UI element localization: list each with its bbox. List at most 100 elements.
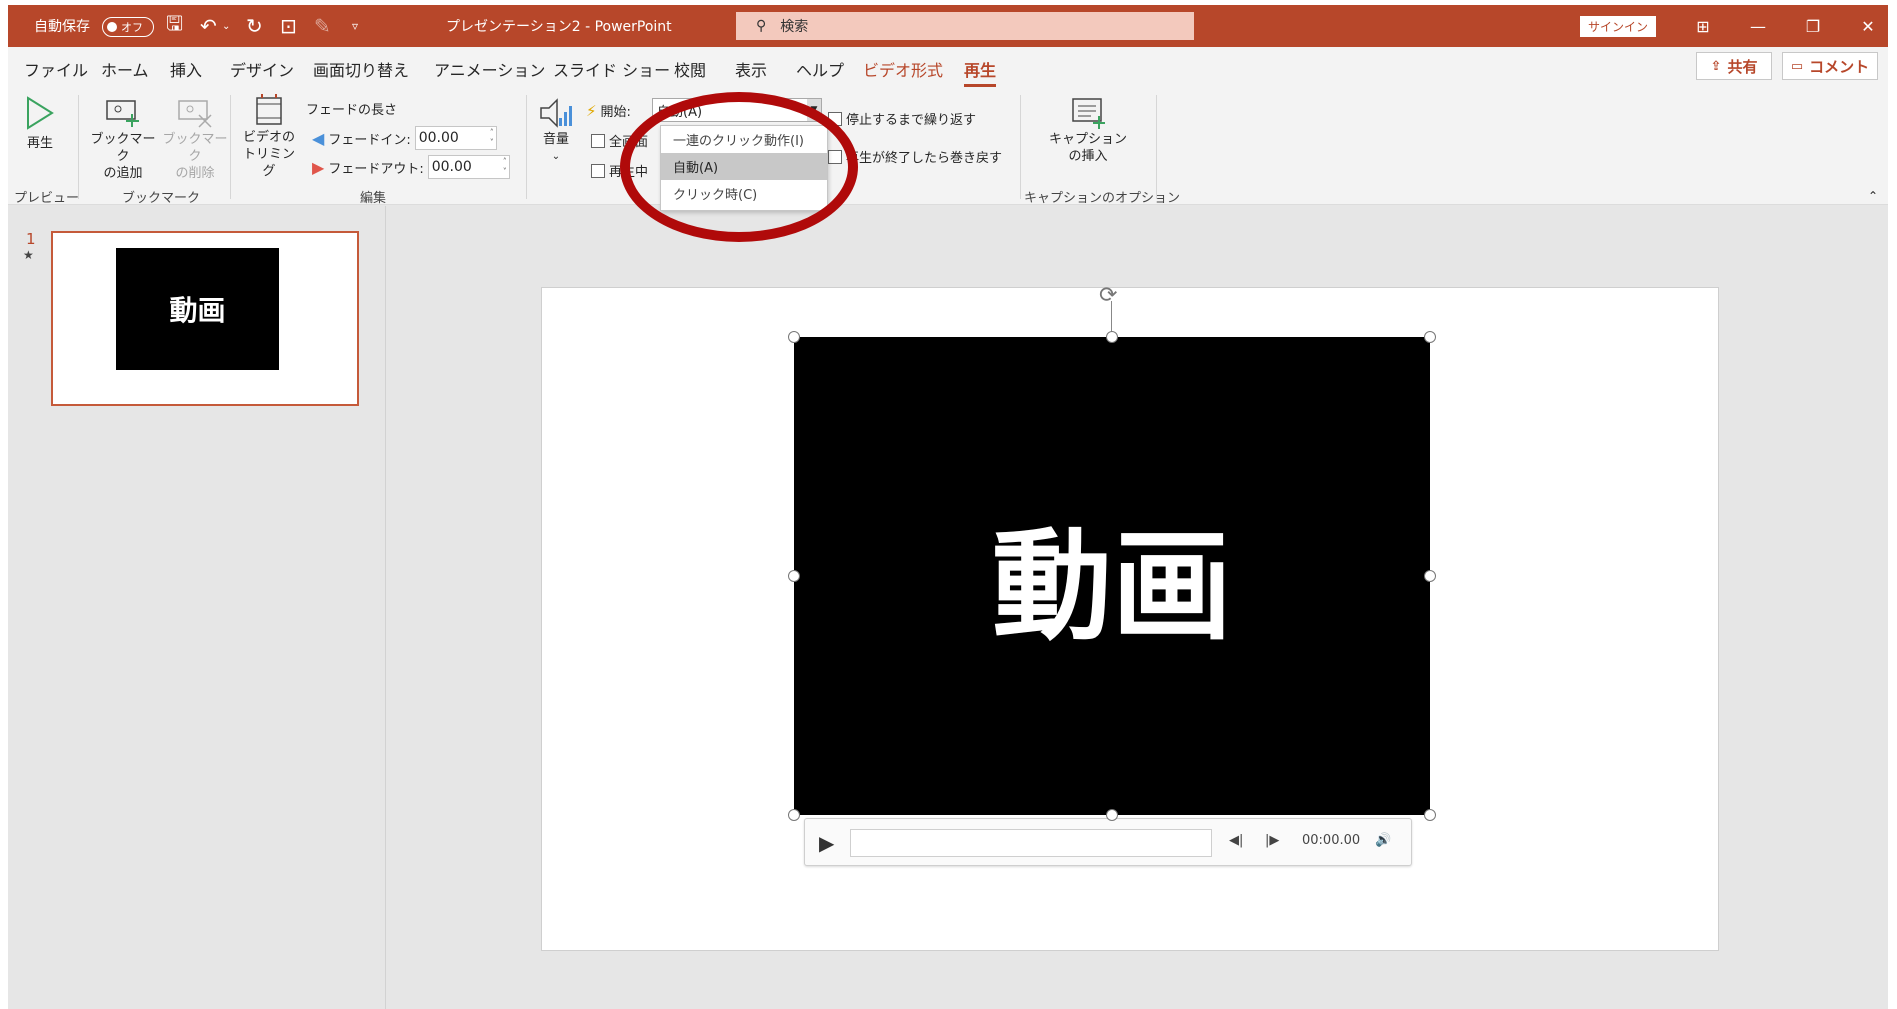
group-separator [230, 95, 231, 199]
transition-star-icon: ★ [23, 248, 34, 262]
trim-video-button[interactable]: ビデオの トリミング [238, 93, 300, 180]
autosave-state: オフ [121, 21, 143, 34]
loop-checkbox[interactable] [828, 111, 842, 126]
present-icon[interactable]: ⊡ [280, 5, 297, 47]
ribbon-display-icon[interactable]: ⊞ [1678, 5, 1728, 47]
fade-out-value: 00.00 [431, 159, 472, 175]
autosave-toggle[interactable]: オフ [102, 17, 154, 37]
search-box[interactable]: ⚲ 検索 [736, 12, 1194, 40]
add-bookmark-label-1: ブックマーク [90, 132, 156, 164]
tab-file[interactable]: ファイル [24, 57, 88, 81]
loop-label: 停止するまで繰り返す [846, 113, 977, 128]
signin-button[interactable]: サインイン [1580, 16, 1656, 37]
remove-bookmark-label-2: の削除 [175, 166, 215, 181]
share-label: 共有 [1727, 57, 1758, 76]
start-row: ⚡ 開始: [586, 101, 631, 121]
fullscreen-checkbox[interactable] [591, 133, 605, 148]
resize-handle[interactable] [1424, 809, 1436, 821]
dropdown-option-click-sequence[interactable]: 一連のクリック動作(I) [661, 126, 827, 153]
fade-in-spinner-icon[interactable]: ˄ ˅ [490, 128, 494, 148]
dropdown-option-automatic[interactable]: 自動(A) [661, 153, 827, 180]
save-icon[interactable]: 🖫 [166, 5, 183, 47]
redo-icon[interactable]: ↻ [246, 5, 263, 47]
document-title: プレゼンテーション2 - PowerPoint [446, 19, 672, 35]
tab-review[interactable]: 校閲 [674, 57, 706, 81]
rewind-checkbox[interactable] [828, 149, 842, 164]
play-icon [25, 95, 55, 131]
screenshot-frame: 自動保存 オフ 🖫 ↶ ⌄ ↻ ⊡ ✎ ▿ プレゼンテーション2 - Power… [0, 0, 1897, 1009]
undo-dropdown-icon[interactable]: ⌄ [222, 5, 230, 47]
volume-button[interactable]: 音量 ⌄ [536, 95, 576, 165]
format-painter-icon: ✎ [314, 14, 331, 38]
tab-video-format[interactable]: ビデオ形式 [863, 57, 943, 81]
powerpoint-window: 自動保存 オフ 🖫 ↶ ⌄ ↻ ⊡ ✎ ▿ プレゼンテーション2 - Power… [8, 5, 1888, 1009]
add-bookmark-label-2: の追加 [103, 166, 143, 181]
fade-out-label: フェードアウト: [328, 161, 424, 177]
resize-handle[interactable] [1106, 809, 1118, 821]
share-icon: ⇪ [1710, 58, 1722, 74]
resize-handle[interactable] [788, 570, 800, 582]
tab-animations[interactable]: アニメーション [434, 57, 545, 81]
minimize-icon[interactable]: — [1733, 5, 1783, 47]
seek-bar[interactable] [850, 829, 1212, 857]
volume-icon [539, 95, 573, 131]
hide-while-not-playing-option[interactable]: 再生中 [591, 161, 648, 180]
rotate-handle-icon[interactable]: ⟳ [1099, 283, 1117, 308]
undo-icon[interactable]: ↶ [200, 5, 217, 47]
resize-handle[interactable] [788, 331, 800, 343]
tab-insert[interactable]: 挿入 [170, 57, 202, 81]
tab-slideshow[interactable]: スライド ショー [553, 57, 670, 81]
tab-design[interactable]: デザイン [230, 57, 294, 81]
speaker-icon[interactable]: 🔊 [1375, 833, 1391, 848]
start-dropdown-list: 一連のクリック動作(I) 自動(A) クリック時(C) [660, 125, 828, 211]
customize-qat-icon[interactable]: ▿ [352, 5, 358, 47]
fade-out-input[interactable]: 00.00 ˄ ˅ [427, 155, 510, 179]
resize-handle[interactable] [1424, 570, 1436, 582]
remove-bookmark-button[interactable]: ブックマーク の削除 [160, 95, 230, 182]
fade-out-spinner-icon[interactable]: ˄ ˅ [503, 157, 507, 177]
restore-icon[interactable]: ❐ [1788, 5, 1838, 47]
tab-view[interactable]: 表示 [735, 57, 767, 81]
step-back-icon[interactable]: ◀| [1229, 833, 1243, 848]
video-object[interactable]: 動画 [794, 337, 1430, 815]
start-select[interactable]: 自動(A) ▼ [652, 98, 822, 122]
tab-transitions[interactable]: 画面切り替え [313, 57, 409, 81]
fullscreen-label: 全画面 [609, 135, 649, 150]
close-icon[interactable]: ✕ [1843, 5, 1893, 47]
group-label-preview: プレビュー [14, 191, 80, 206]
hide-checkbox[interactable] [591, 163, 605, 178]
play-label: 再生 [26, 136, 53, 151]
resize-handle[interactable] [1106, 331, 1118, 343]
start-value: 自動(A) [657, 104, 703, 120]
fade-in-input[interactable]: 00.00 ˄ ˅ [414, 126, 497, 150]
rewind-option[interactable]: 再生が終了したら巻き戻す [828, 147, 1002, 166]
resize-handle[interactable] [788, 809, 800, 821]
step-forward-icon[interactable]: |▶ [1265, 833, 1279, 848]
autosave-label: 自動保存 [34, 19, 90, 35]
share-button[interactable]: ⇪ 共有 [1696, 52, 1772, 80]
ribbon: 再生 プレビュー ブックマーク の追加 ブックマーク の削除 ブックマーク ビデ… [8, 89, 1888, 206]
dropdown-option-when-clicked[interactable]: クリック時(C) [661, 180, 827, 207]
insert-caption-button[interactable]: キャプション の挿入 [1038, 95, 1138, 165]
add-bookmark-button[interactable]: ブックマーク の追加 [88, 95, 158, 182]
group-separator [526, 95, 527, 199]
tab-home[interactable]: ホーム [101, 57, 149, 81]
thumbnail-video: 動画 [116, 248, 279, 370]
trim-video-icon [254, 93, 284, 129]
play-button[interactable]: 再生 [20, 95, 60, 152]
tab-help[interactable]: ヘルプ [796, 57, 844, 81]
collapse-ribbon-icon[interactable]: ⌃ [1868, 189, 1878, 203]
video-play-icon[interactable]: ▶ [819, 831, 834, 855]
comment-label: コメント [1809, 57, 1870, 76]
tab-playback[interactable]: 再生 [964, 57, 997, 87]
resize-handle[interactable] [1424, 331, 1436, 343]
insert-caption-label-1: キャプション [1048, 132, 1127, 147]
fullscreen-option[interactable]: 全画面 [591, 131, 648, 150]
fade-in-label: フェードイン: [328, 132, 411, 148]
loop-option[interactable]: 停止するまで繰り返す [828, 109, 976, 128]
start-dropdown-icon[interactable]: ▼ [807, 99, 821, 121]
hide-label: 再生中 [609, 165, 649, 180]
title-bar: 自動保存 オフ 🖫 ↶ ⌄ ↻ ⊡ ✎ ▿ プレゼンテーション2 - Power… [8, 5, 1888, 47]
slide-thumbnail[interactable]: 動画 [51, 231, 359, 406]
comment-button[interactable]: ▭ コメント [1782, 52, 1878, 80]
